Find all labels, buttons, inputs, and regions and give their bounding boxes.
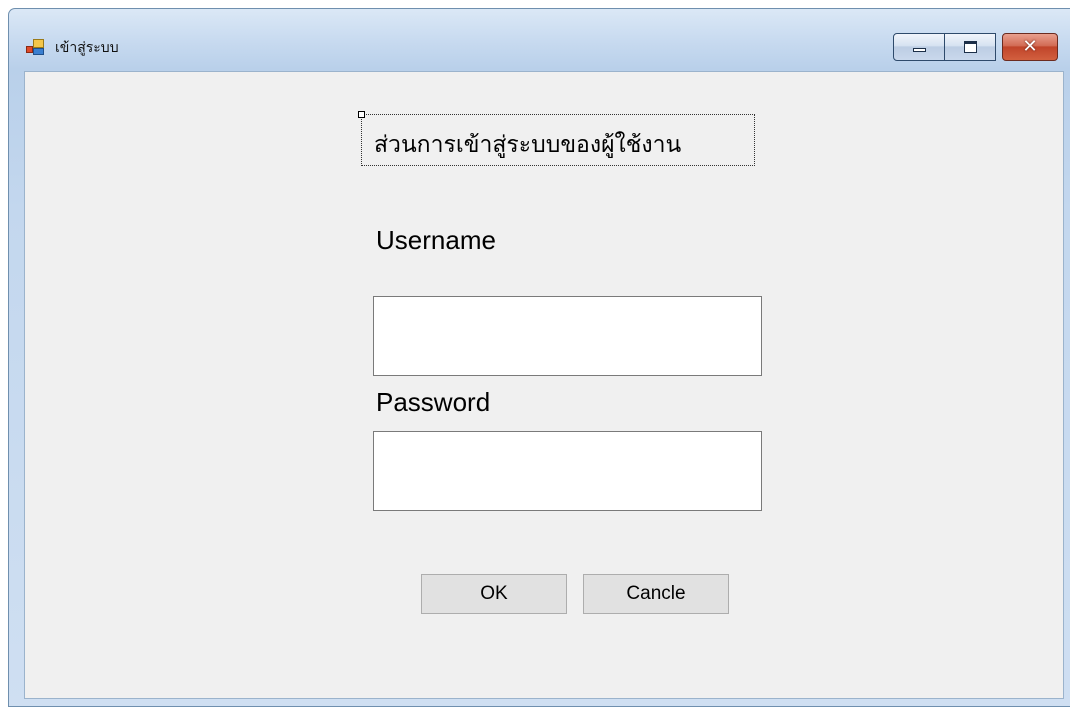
password-input[interactable] [373, 431, 762, 511]
form-client-area: ส่วนการเข้าสู่ระบบของผู้ใช้งาน Username … [24, 71, 1064, 699]
cancel-button[interactable]: Cancle [583, 574, 729, 614]
login-window: เข้าสู่ระบบ ✕ ส่วนการเข้าสู่ระบบของผู้ใช… [8, 8, 1070, 707]
maximize-icon [964, 41, 977, 53]
maximize-button[interactable] [944, 33, 996, 61]
heading-label-box[interactable]: ส่วนการเข้าสู่ระบบของผู้ใช้งาน [361, 114, 755, 166]
username-input[interactable] [373, 296, 762, 376]
window-title: เข้าสู่ระบบ [55, 40, 119, 56]
caption-buttons: ✕ [893, 33, 1058, 61]
ok-button[interactable]: OK [421, 574, 567, 614]
resize-handle[interactable] [358, 111, 365, 118]
close-button[interactable]: ✕ [1002, 33, 1058, 61]
form-app-icon[interactable] [26, 39, 44, 55]
close-icon: ✕ [1022, 36, 1038, 57]
title-bar[interactable]: เข้าสู่ระบบ ✕ [9, 9, 1070, 71]
minimize-icon [913, 48, 926, 52]
password-label: Password [376, 387, 491, 417]
minimize-button[interactable] [893, 33, 945, 61]
username-label: Username [376, 225, 496, 255]
form-heading: ส่วนการเข้าสู่ระบบของผู้ใช้งาน [374, 132, 682, 158]
